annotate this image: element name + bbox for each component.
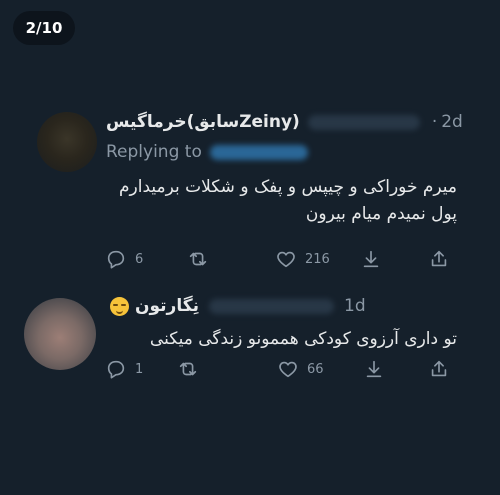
action-bar: 1 66 <box>105 358 465 384</box>
like-icon <box>279 361 297 378</box>
reply-button[interactable]: 1 <box>105 358 143 380</box>
download-button[interactable] <box>360 248 382 270</box>
download-button[interactable] <box>363 358 385 380</box>
like-icon <box>277 251 295 268</box>
like-count: 66 <box>307 361 324 377</box>
reply-icon <box>107 360 125 379</box>
replying-to-handle-redacted[interactable] <box>209 144 308 160</box>
reply-count: 1 <box>135 361 144 377</box>
image-counter: 2/10 <box>13 11 75 45</box>
display-name[interactable]: نِگارتون <box>135 296 199 316</box>
share-icon <box>431 250 447 267</box>
retweet-button[interactable] <box>187 248 217 270</box>
avatar[interactable] <box>37 112 97 172</box>
like-button[interactable]: 66 <box>277 358 324 380</box>
tweet-text-line: میرم خوراکی و چیپس و پفک و شکلات برمیدار… <box>119 177 457 197</box>
like-button[interactable]: 216 <box>275 248 330 270</box>
username-redacted <box>209 298 334 314</box>
share-button[interactable] <box>428 358 450 380</box>
share-button[interactable] <box>428 248 450 270</box>
timestamp[interactable]: 2d <box>441 112 463 132</box>
download-icon <box>363 250 379 268</box>
retweet-icon <box>179 362 197 376</box>
download-icon <box>366 360 382 378</box>
action-bar: 6 216 <box>105 248 465 274</box>
replying-to-label: Replying to <box>106 142 202 162</box>
username-redacted <box>307 114 420 130</box>
tweet-text-line: تو داری آرزوی کودکی هممونو زندگی میکنی <box>149 329 457 349</box>
reply-icon <box>107 250 125 269</box>
like-count: 216 <box>305 251 330 267</box>
avatar[interactable] <box>24 298 96 370</box>
reply-count: 6 <box>135 251 144 267</box>
separator-dot: · <box>431 112 438 132</box>
share-icon <box>431 360 447 377</box>
reply-button[interactable]: 6 <box>105 248 143 270</box>
retweet-icon <box>189 252 207 266</box>
tweet-text-line: پول نمیدم میام بیرون <box>305 204 457 224</box>
relieved-face-emoji-icon <box>110 296 129 316</box>
display-name[interactable]: خرماگیس(سابقZeiny) <box>106 112 300 132</box>
retweet-button[interactable] <box>177 358 207 380</box>
timestamp[interactable]: 1d <box>344 296 366 316</box>
